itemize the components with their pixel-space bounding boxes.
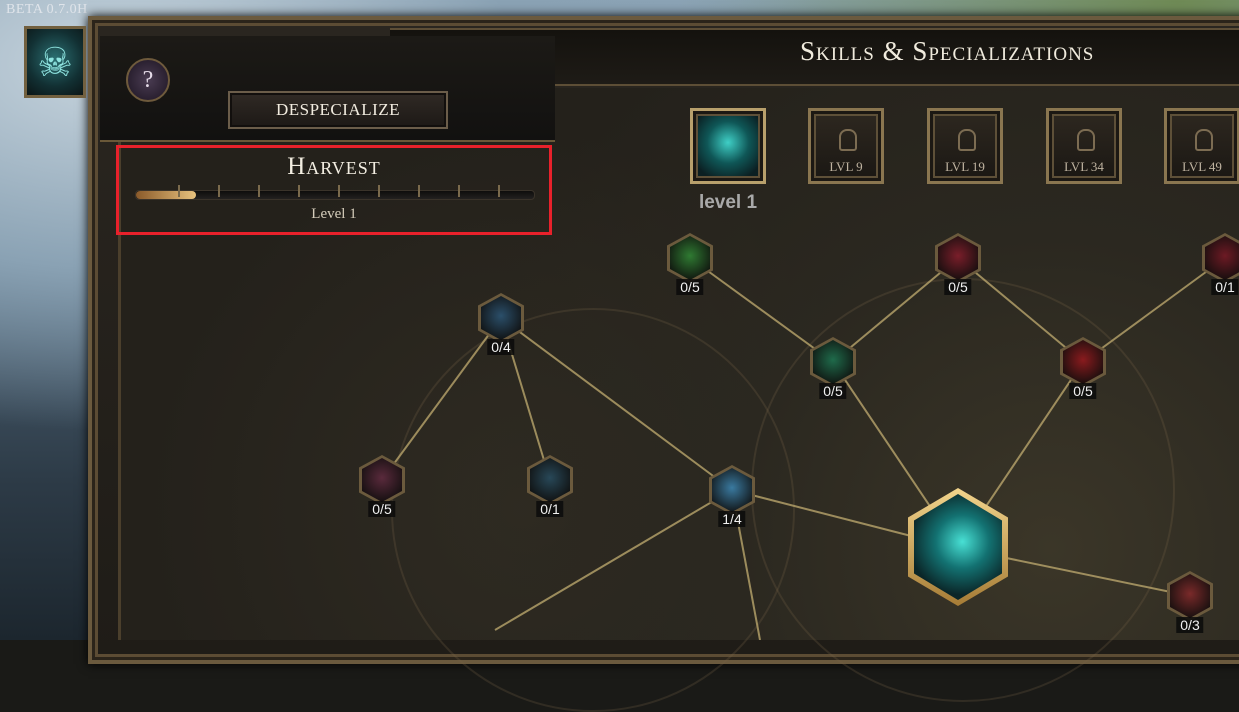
skill-node-points: 0/5 bbox=[368, 501, 396, 517]
red-slash-icon bbox=[938, 236, 978, 280]
scythe-blade-icon bbox=[712, 468, 752, 512]
skill-node-points: 0/3 bbox=[1176, 617, 1204, 633]
skill-node-points: 0/5 bbox=[944, 279, 972, 295]
green-claws-icon bbox=[670, 236, 710, 280]
red-aura-icon bbox=[1205, 236, 1239, 280]
frost-tree-icon bbox=[481, 296, 521, 340]
skill-node-points: 0/1 bbox=[536, 501, 564, 517]
red-claw-icon bbox=[1170, 574, 1210, 618]
skill-node-points: 0/4 bbox=[487, 339, 515, 355]
skill-node-points: 0/1 bbox=[1211, 279, 1239, 295]
shadow-figures-icon bbox=[530, 458, 570, 502]
skill-node-points: 0/5 bbox=[819, 383, 847, 399]
crimson-fan-icon bbox=[362, 458, 402, 502]
skill-tree-links bbox=[381, 257, 1226, 640]
skill-node-points: 0/5 bbox=[1069, 383, 1097, 399]
blood-drops-icon bbox=[1063, 340, 1103, 384]
green-skull-icon bbox=[813, 340, 853, 384]
teal-sigil-icon bbox=[914, 494, 1002, 600]
skill-node-points: 1/4 bbox=[718, 511, 746, 527]
skill-node-points: 0/5 bbox=[676, 279, 704, 295]
